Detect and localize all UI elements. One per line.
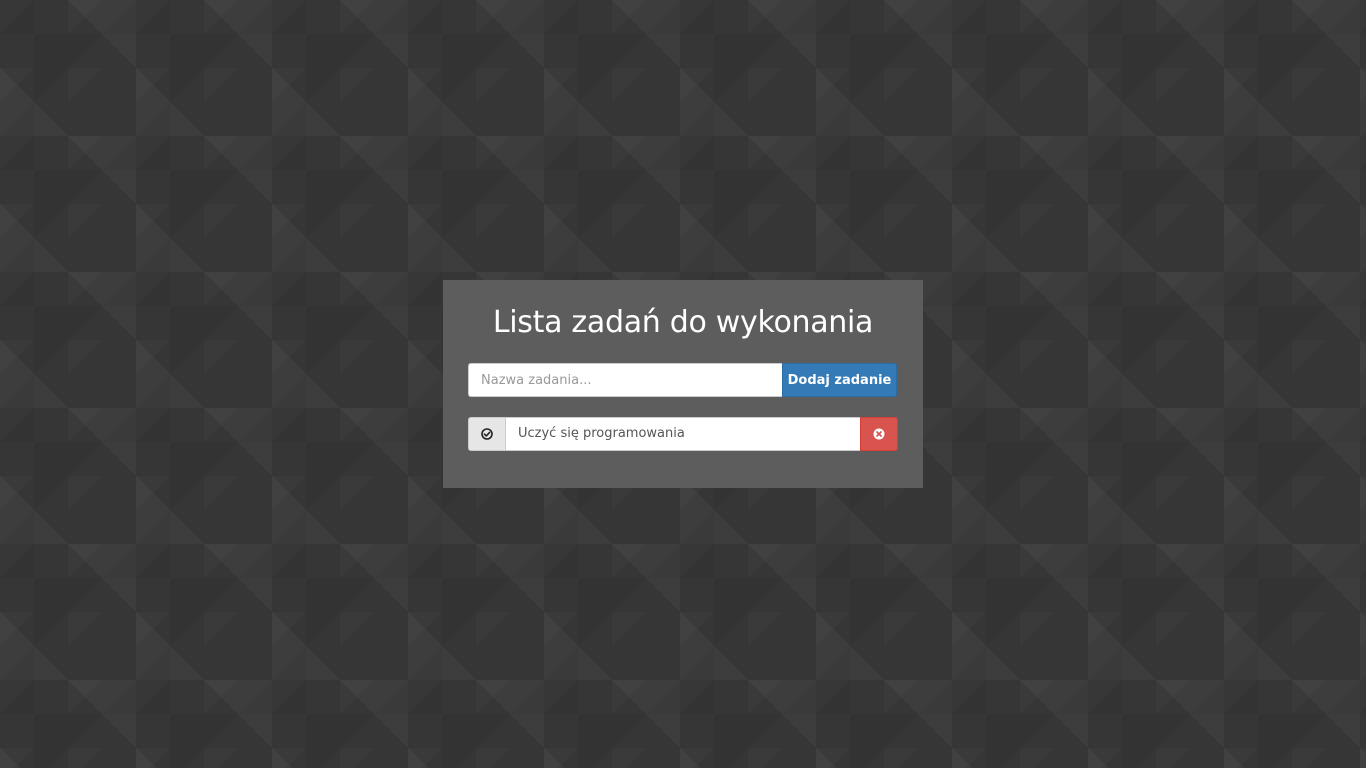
times-circle-icon xyxy=(873,428,885,440)
task-list: Uczyć się programowania xyxy=(468,417,898,451)
delete-task-button[interactable] xyxy=(860,417,898,451)
task-label: Uczyć się programowania xyxy=(506,417,860,451)
list-item: Uczyć się programowania xyxy=(468,417,898,451)
page-title: Lista zadań do wykonania xyxy=(492,305,874,340)
task-name-input[interactable] xyxy=(468,363,782,397)
add-task-button[interactable]: Dodaj zadanie xyxy=(782,363,897,397)
mark-done-button[interactable] xyxy=(468,417,506,451)
todo-panel: Lista zadań do wykonania Dodaj zadanie U… xyxy=(443,280,923,488)
add-task-form: Dodaj zadanie xyxy=(468,363,897,397)
check-circle-icon xyxy=(481,428,493,440)
